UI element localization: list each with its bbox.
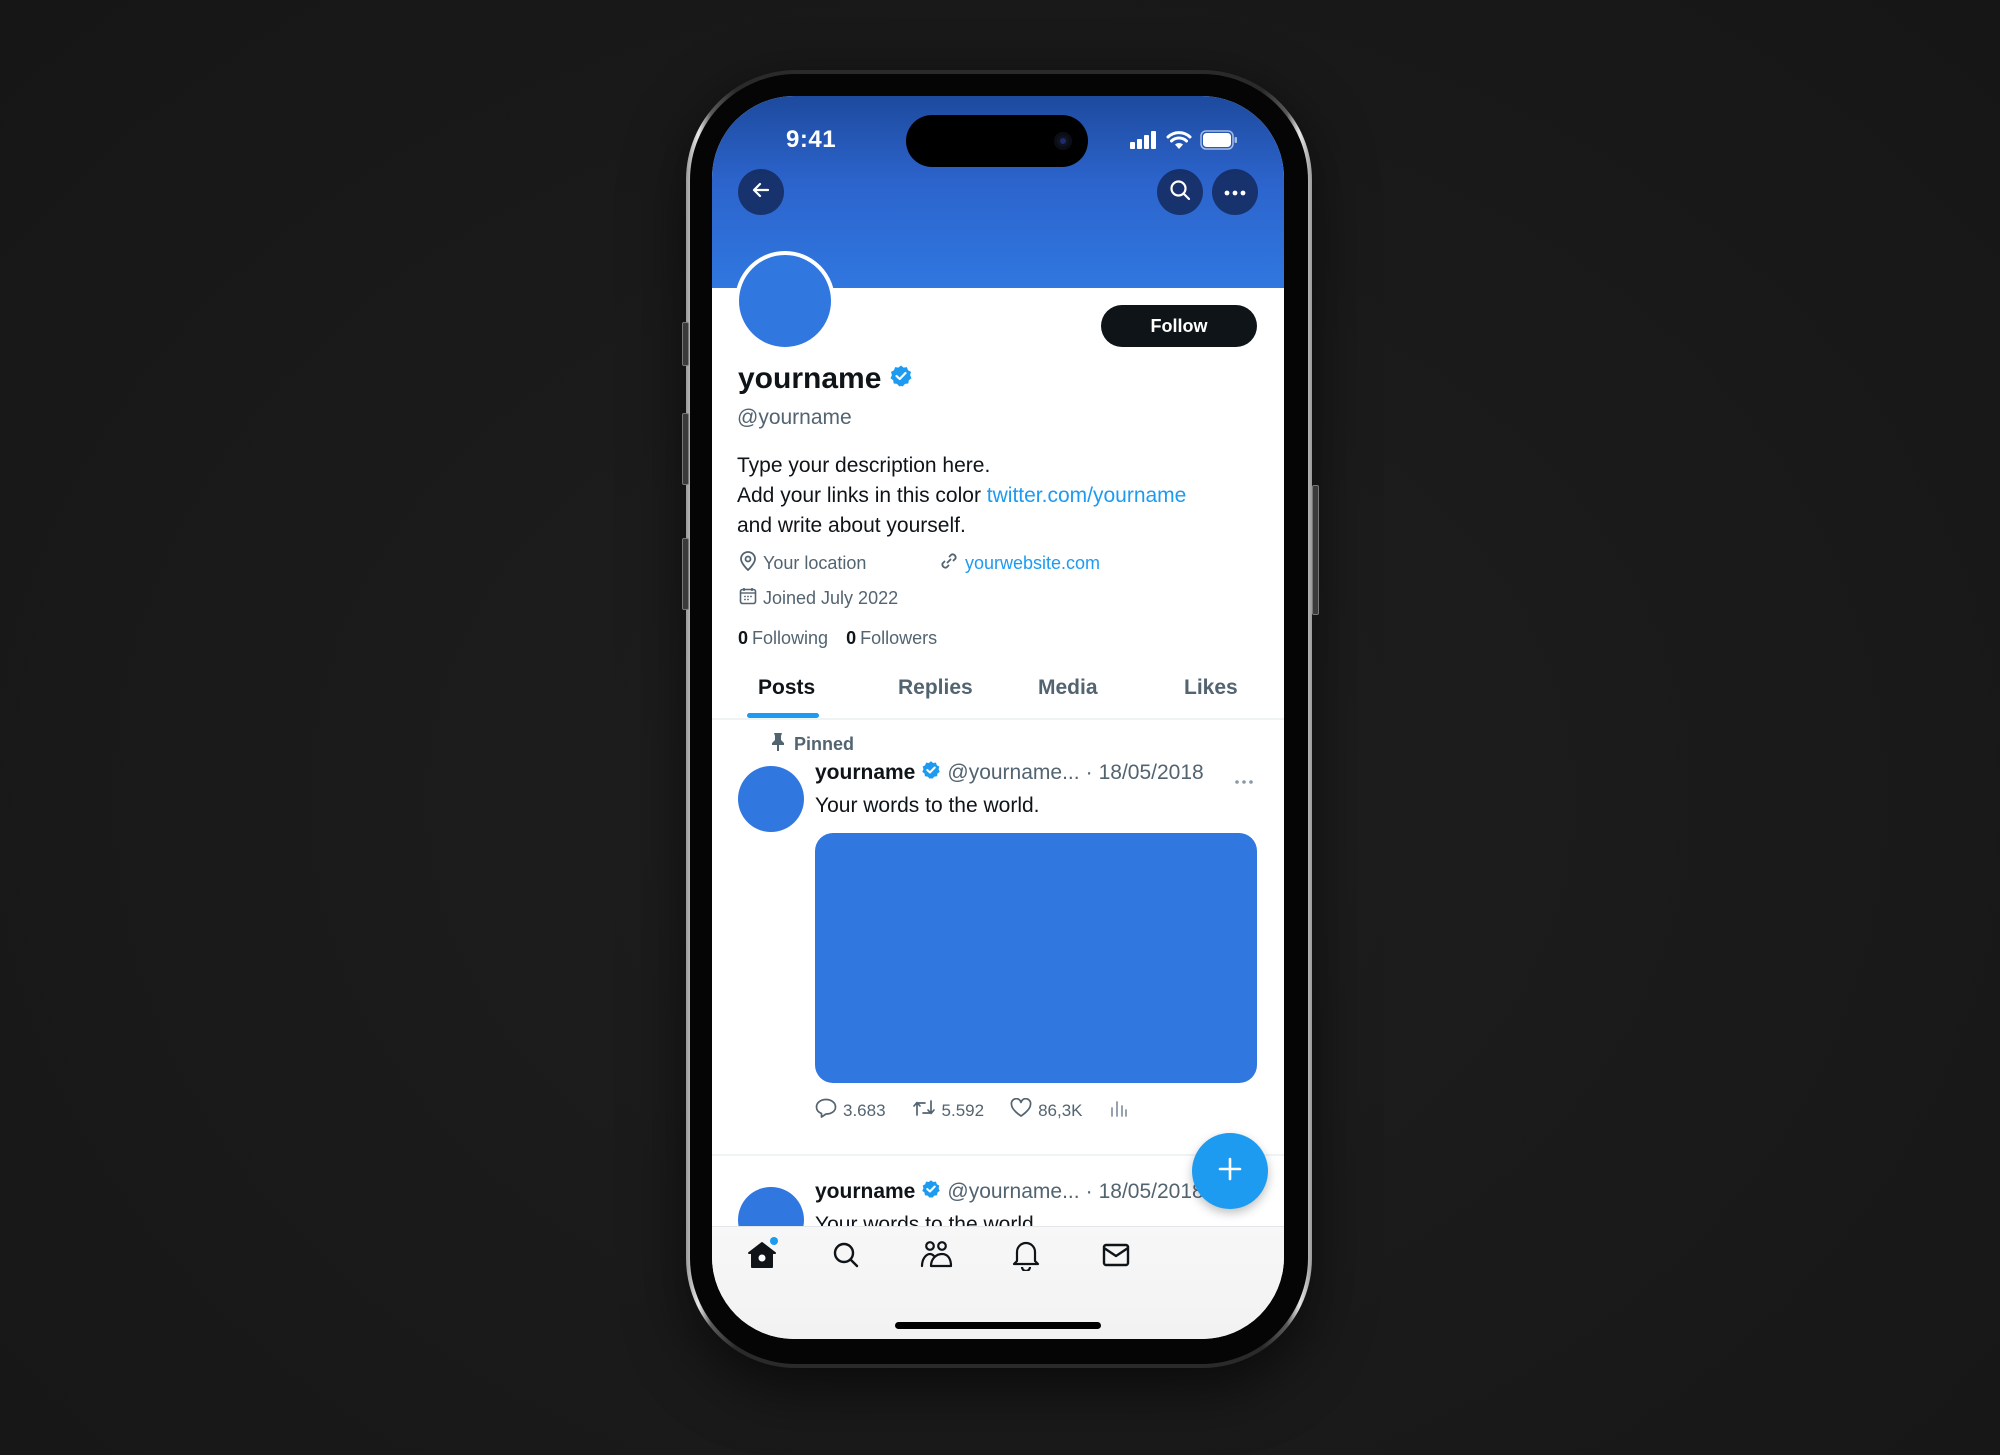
cellular-signal-icon xyxy=(1130,131,1158,154)
status-time: 9:41 xyxy=(786,126,837,153)
phone-screen: 9:41 Follow yourname @yourname Type your… xyxy=(712,96,1284,1339)
people-icon xyxy=(919,1239,953,1276)
link-icon xyxy=(939,551,959,576)
nav-communities[interactable] xyxy=(918,1239,954,1275)
tweet-header: yourname @yourname... · 18/05/2018 xyxy=(815,1179,1204,1205)
tab-replies[interactable]: Replies xyxy=(898,676,973,700)
like-button[interactable]: 86,3K xyxy=(1010,1097,1083,1123)
bio-line-2: Add your links in this color twitter.com… xyxy=(737,481,1186,511)
tabs-divider xyxy=(712,718,1284,720)
website-row: yourwebsite.com xyxy=(939,551,1100,576)
tab-media[interactable]: Media xyxy=(1038,676,1098,700)
location-pin-icon xyxy=(739,551,757,576)
tweet-date: 18/05/2018 xyxy=(1098,761,1204,784)
verified-badge-icon xyxy=(889,362,913,396)
nav-notifications[interactable] xyxy=(1008,1239,1044,1275)
pinned-label: Pinned xyxy=(794,734,855,754)
tweet-more-button[interactable] xyxy=(1234,772,1254,790)
power-button xyxy=(1312,485,1319,615)
profile-handle: @yourname xyxy=(737,406,852,429)
profile-avatar[interactable] xyxy=(735,251,835,351)
tweet-actions: 3.683 5.592 86,3K xyxy=(815,1097,1155,1123)
search-button[interactable] xyxy=(1157,169,1203,215)
display-name: yourname xyxy=(738,362,882,395)
search-icon xyxy=(831,1240,861,1275)
reply-button[interactable]: 3.683 xyxy=(815,1098,886,1123)
verified-badge-icon xyxy=(921,760,941,786)
tweet-author-handle: @yourname... xyxy=(947,761,1080,784)
views-button[interactable] xyxy=(1109,1098,1129,1123)
more-button[interactable] xyxy=(1212,169,1258,215)
tweet-separator: · xyxy=(1085,1180,1093,1203)
like-count: 86,3K xyxy=(1038,1100,1083,1120)
tweet-author-handle: @yourname... xyxy=(947,1180,1080,1203)
profile-name-row: yourname xyxy=(738,362,913,396)
follow-stats: 0 Following 0 Followers xyxy=(738,628,937,649)
nav-search[interactable] xyxy=(828,1239,864,1275)
bio-line-3: and write about yourself. xyxy=(737,514,966,537)
verified-badge-icon xyxy=(921,1179,941,1205)
repost-icon xyxy=(912,1098,936,1123)
arrow-left-icon xyxy=(750,179,772,206)
tweet-avatar[interactable] xyxy=(738,766,804,832)
dynamic-island xyxy=(906,115,1088,167)
plus-icon xyxy=(1217,1156,1243,1187)
tab-posts[interactable]: Posts xyxy=(758,676,815,700)
calendar-icon xyxy=(739,587,757,610)
following-count: 0 xyxy=(738,628,749,648)
analytics-icon xyxy=(1109,1098,1129,1123)
tweet-media[interactable] xyxy=(815,833,1257,1083)
tweet-author-name: yourname xyxy=(815,1180,916,1203)
followers-label: Followers xyxy=(860,628,938,648)
volume-down-button xyxy=(682,538,689,610)
profile-bio: Type your description here. Add your lin… xyxy=(737,451,1186,541)
profile-website-link[interactable]: yourwebsite.com xyxy=(965,553,1100,574)
profile-joined-date: Joined July 2022 xyxy=(763,588,899,608)
followers-count: 0 xyxy=(846,628,857,648)
repost-count: 5.592 xyxy=(941,1100,985,1120)
bio-line-2-text: Add your links in this color xyxy=(737,484,987,507)
nav-messages[interactable] xyxy=(1098,1239,1134,1275)
profile-location: Your location xyxy=(763,553,867,573)
home-indicator[interactable] xyxy=(895,1322,1101,1329)
more-horizontal-icon xyxy=(1234,772,1254,789)
follow-button[interactable]: Follow xyxy=(1101,305,1257,347)
compose-button[interactable] xyxy=(1192,1133,1268,1209)
tweet-text: Your words to the world. xyxy=(815,794,1040,817)
following-label: Following xyxy=(752,628,829,648)
volume-up-button xyxy=(682,413,689,485)
wifi-icon xyxy=(1166,130,1192,155)
nav-home[interactable] xyxy=(744,1237,780,1275)
search-icon xyxy=(1168,178,1192,207)
tweet-author-name: yourname xyxy=(815,761,916,784)
battery-icon xyxy=(1200,130,1238,155)
tweet-separator: · xyxy=(1085,761,1093,784)
more-horizontal-icon xyxy=(1224,183,1246,201)
bio-line-1: Type your description here. xyxy=(737,454,991,477)
status-icons xyxy=(1130,130,1238,155)
tab-likes[interactable]: Likes xyxy=(1184,676,1238,700)
reply-icon xyxy=(815,1098,837,1123)
reply-count: 3.683 xyxy=(843,1100,886,1120)
followers-stat[interactable]: 0 Followers xyxy=(846,628,937,649)
pinned-label-row: Pinned xyxy=(770,732,854,757)
notification-dot xyxy=(770,1237,778,1245)
heart-icon xyxy=(1010,1097,1032,1123)
following-stat[interactable]: 0 Following xyxy=(738,628,828,649)
profile-tabs: Posts Replies Media Likes xyxy=(712,666,1284,718)
repost-button[interactable]: 5.592 xyxy=(912,1098,985,1123)
tweet-header: yourname @yourname... · 18/05/2018 xyxy=(815,760,1204,786)
mail-icon xyxy=(1101,1241,1131,1274)
tweet-date: 18/05/2018 xyxy=(1098,1180,1204,1203)
bell-icon xyxy=(1011,1239,1041,1276)
action-button xyxy=(682,322,689,366)
back-button[interactable] xyxy=(738,169,784,215)
location-row: Your location xyxy=(739,551,866,576)
bio-link[interactable]: twitter.com/yourname xyxy=(987,484,1187,507)
front-camera-icon xyxy=(1054,132,1072,150)
pin-icon xyxy=(770,732,786,757)
joined-row: Joined July 2022 xyxy=(739,587,898,610)
